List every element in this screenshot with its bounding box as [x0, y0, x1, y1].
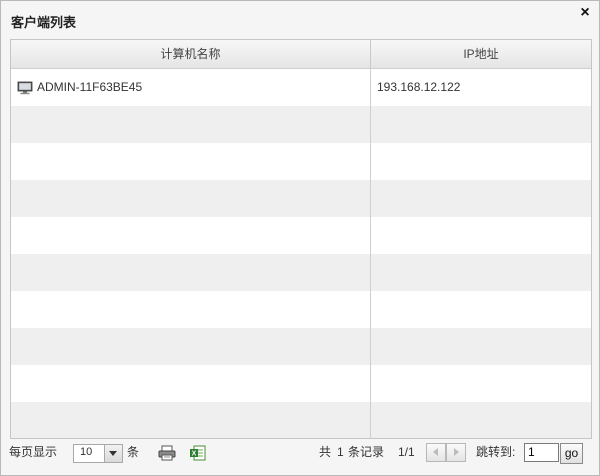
next-page-button[interactable] — [446, 443, 466, 462]
page-indicator: 1/1 — [398, 445, 415, 459]
per-page-value: 10 — [80, 446, 93, 458]
computer-name-text: ADMIN-11F63BE45 — [37, 80, 143, 94]
table-row-empty — [11, 291, 591, 328]
table-row-empty — [11, 402, 591, 438]
table-row-empty — [11, 217, 591, 254]
table-row-empty — [11, 180, 591, 217]
dialog-title: 客户端列表 — [11, 15, 77, 30]
computer-icon — [17, 81, 33, 95]
computer-name-cell: ADMIN-11F63BE45 — [17, 69, 367, 106]
grid-header: 计算机名称 IP地址 — [11, 40, 591, 69]
go-button[interactable]: go — [560, 443, 583, 464]
total-suffix: 条记录 — [348, 445, 385, 459]
total-prefix: 共 — [319, 445, 332, 459]
table-row[interactable]: ADMIN-11F63BE45 193.168.12.122 — [11, 69, 591, 106]
jump-label: 跳转到: — [476, 445, 516, 459]
table-row-empty — [11, 328, 591, 365]
column-divider — [370, 69, 371, 438]
close-icon[interactable]: × — [577, 5, 593, 21]
prev-page-button[interactable] — [426, 443, 446, 462]
total-count: 1 — [337, 445, 344, 459]
grid-rows: ADMIN-11F63BE45 193.168.12.122 — [11, 69, 591, 438]
table-row-empty — [11, 254, 591, 291]
per-page-unit: 条 — [127, 445, 140, 459]
column-header-ip-address[interactable]: IP地址 — [371, 40, 591, 68]
per-page-label: 每页显示 — [9, 445, 58, 459]
svg-text:X: X — [192, 451, 197, 458]
table-row-empty — [11, 106, 591, 143]
table-row-empty — [11, 365, 591, 402]
column-header-computer-name[interactable]: 计算机名称 — [11, 40, 371, 68]
pagination-bar: 每页显示 10 条 X 共 1 条记录 1/1 跳转到: go — [1, 438, 599, 472]
chevron-down-icon[interactable] — [104, 445, 122, 462]
excel-export-icon[interactable]: X — [189, 445, 207, 461]
client-grid: 计算机名称 IP地址 ADMIN-11F63BE45 193.168.12.12… — [10, 39, 592, 439]
jump-page-input[interactable] — [524, 443, 559, 462]
printer-icon[interactable] — [158, 445, 176, 461]
ip-address-cell: 193.168.12.122 — [377, 80, 461, 94]
table-row-empty — [11, 143, 591, 180]
client-list-dialog: 客户端列表 × 计算机名称 IP地址 ADMIN-11F63BE45 193.1… — [0, 0, 600, 476]
per-page-select[interactable]: 10 — [73, 444, 123, 463]
